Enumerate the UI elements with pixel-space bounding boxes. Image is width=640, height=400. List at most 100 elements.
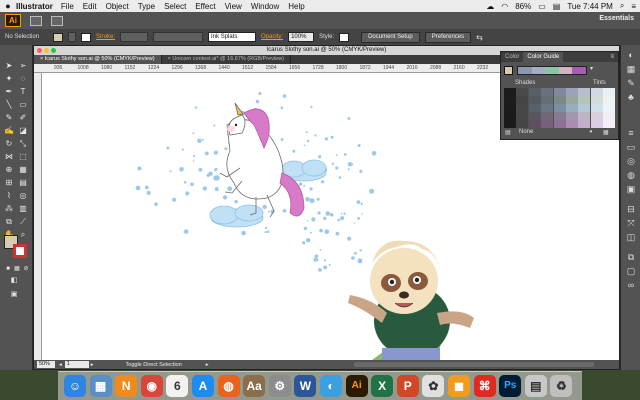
pathfinder-panel-icon[interactable]: ◫ (625, 231, 637, 243)
panel-menu-icon[interactable]: ≡ (610, 52, 614, 62)
vertical-ruler[interactable] (34, 73, 42, 360)
close-window-button[interactable] (37, 48, 42, 53)
symbol-sprayer-tool-icon[interactable]: ⁂ (4, 204, 14, 214)
color-variation-swatch[interactable] (541, 112, 554, 120)
color-variation-swatch[interactable] (541, 88, 554, 96)
tab-unicorn-contest[interactable]: × Unicorn contest.ai* @ 16.67% (RGB/Prev… (162, 55, 291, 64)
app-menu[interactable]: Illustrator (16, 2, 53, 11)
harmony-swatch[interactable] (572, 67, 586, 74)
harmony-swatch[interactable] (518, 67, 532, 74)
magic-wand-tool-icon[interactable]: ✦ (4, 74, 14, 84)
menu-effect[interactable]: Effect (195, 2, 215, 11)
color-variation-swatch[interactable] (553, 88, 566, 96)
color-variation-swatch[interactable] (528, 104, 541, 112)
firefox-icon[interactable]: ◍ (217, 375, 240, 397)
opacity-input[interactable]: 100% (288, 32, 315, 42)
symbols-panel-icon[interactable]: ♣ (625, 91, 637, 103)
battery-icon[interactable]: ▭ (538, 2, 546, 11)
appstore-icon[interactable]: A (192, 375, 214, 397)
word-icon[interactable]: W (294, 375, 317, 397)
arrange-documents-button[interactable] (51, 15, 63, 26)
harmony-rules[interactable] (517, 66, 587, 75)
color-variation-swatch[interactable] (516, 104, 529, 112)
close-icon[interactable]: × (40, 56, 43, 62)
gradient-panel-icon[interactable]: ▭ (625, 141, 637, 153)
zoom-tool-icon[interactable]: ⌕ (18, 230, 28, 240)
tab-icarus-slothy[interactable]: × Icarus Slothy son.ai @ 50% (CMYK/Previ… (34, 55, 162, 64)
color-variation-swatch[interactable] (504, 96, 516, 104)
stroke-color-swatch[interactable] (13, 244, 27, 258)
harmony-swatch[interactable] (558, 67, 573, 74)
cloud-icon[interactable]: ☁ (486, 2, 494, 11)
edit-colors-icon[interactable]: ◕ (589, 129, 593, 135)
color-variation-swatch[interactable] (578, 96, 591, 104)
menu-object[interactable]: Object (106, 2, 129, 11)
harmony-swatch[interactable] (545, 67, 559, 74)
excel-icon[interactable]: X (371, 375, 394, 397)
align-panel-icon[interactable]: ⊟ (625, 203, 637, 215)
chrome-icon[interactable]: ◉ (140, 375, 163, 397)
perspective-grid-tool-icon[interactable]: ▦ (18, 165, 28, 175)
menu-select[interactable]: Select (164, 2, 186, 11)
blend-tool-icon[interactable]: ◎ (18, 191, 28, 201)
ibooks-icon[interactable]: ◼ (448, 375, 470, 397)
free-transform-tool-icon[interactable]: ⬚ (18, 152, 28, 162)
color-variation-swatch[interactable] (504, 120, 516, 128)
swatches-panel-icon[interactable]: ▦ (625, 63, 637, 75)
app-n-icon[interactable]: N (115, 375, 138, 397)
fill-dropdown[interactable] (68, 32, 77, 42)
notification-icon[interactable]: ≡ (631, 2, 636, 11)
dictionary-icon[interactable]: Aa (243, 375, 266, 397)
color-variation-swatch[interactable] (566, 88, 578, 96)
color-variation-swatch[interactable] (541, 120, 554, 128)
artboard-number[interactable]: 1 (64, 361, 89, 368)
status-tool[interactable]: Toggle Direct Selection (126, 362, 182, 368)
workspace-switcher[interactable]: Essentials (599, 15, 634, 22)
menu-window[interactable]: Window (251, 2, 279, 11)
transparency-panel-icon[interactable]: ◎ (625, 155, 637, 167)
color-panel-icon[interactable]: ◐ (625, 49, 637, 61)
minimize-window-button[interactable] (44, 48, 49, 53)
color-variation-swatch[interactable] (566, 112, 578, 120)
layers-panel-icon[interactable]: ⧉ (625, 251, 637, 263)
flag-icon[interactable]: ▤ (553, 2, 561, 11)
color-variation-swatch[interactable] (516, 96, 529, 104)
color-variation-swatch[interactable] (528, 88, 541, 96)
search-icon[interactable]: ⌕ (620, 1, 624, 11)
harmony-dropdown-icon[interactable]: ▾ (590, 65, 593, 72)
slice-tool-icon[interactable]: ⟋ (18, 217, 28, 227)
save-swatches-icon[interactable]: ▦ (603, 129, 609, 136)
rectangle-tool-icon[interactable]: ▭ (18, 100, 28, 110)
color-variation-swatch[interactable] (566, 104, 578, 112)
color-variation-swatch[interactable] (578, 88, 591, 96)
stroke-label[interactable]: Stroke: (96, 34, 115, 40)
color-variation-swatch[interactable] (553, 96, 566, 104)
transform-panel-icon[interactable]: ⤧ (625, 217, 637, 229)
artboards-panel-icon[interactable]: ▢ (625, 265, 637, 277)
horizontal-scrollbar[interactable] (354, 362, 594, 367)
color-variation-swatch[interactable] (528, 112, 541, 120)
status-arrow-icon[interactable]: ▸ (206, 362, 209, 368)
none-mode-icon[interactable]: ⊘ (21, 264, 31, 274)
color-variation-swatch[interactable] (553, 104, 566, 112)
line-tool-icon[interactable]: ╲ (4, 100, 14, 110)
acrobat-icon[interactable]: ⌘ (473, 375, 496, 397)
color-variation-swatch[interactable] (553, 112, 566, 120)
apple-menu-icon[interactable]: ● (0, 1, 16, 11)
color-variation-swatch[interactable] (504, 104, 516, 112)
document-setup-button[interactable]: Document Setup (361, 31, 420, 43)
menu-type[interactable]: Type (138, 2, 155, 11)
finder-icon[interactable]: ☺ (64, 375, 86, 397)
shape-builder-tool-icon[interactable]: ⊕ (4, 165, 14, 175)
width-tool-icon[interactable]: ⋈ (4, 152, 14, 162)
mesh-tool-icon[interactable]: ⊞ (4, 178, 14, 188)
variable-width-profile[interactable] (153, 32, 204, 42)
graphic-styles-panel-icon[interactable]: ▣ (625, 183, 637, 195)
color-variation-swatch[interactable] (590, 112, 603, 120)
scale-tool-icon[interactable]: ⤡ (18, 139, 28, 149)
direct-selection-tool-icon[interactable]: ➢ (18, 61, 28, 71)
color-variation-swatch[interactable] (528, 96, 541, 104)
wifi-icon[interactable]: ◠ (501, 2, 508, 11)
artboard-prev-icon[interactable]: ◂ (59, 362, 62, 368)
tab-color[interactable]: Color (501, 52, 523, 62)
